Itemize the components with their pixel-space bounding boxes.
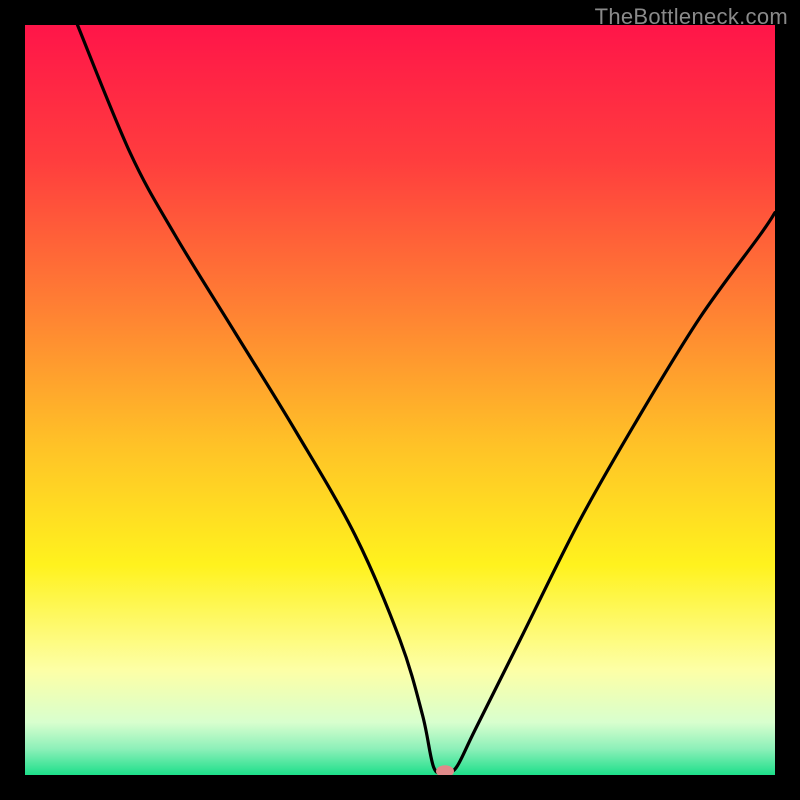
plot-area bbox=[25, 25, 775, 775]
gradient-background bbox=[25, 25, 775, 775]
chart-frame: TheBottleneck.com bbox=[0, 0, 800, 800]
bottleneck-chart bbox=[25, 25, 775, 775]
watermark-text: TheBottleneck.com bbox=[595, 4, 788, 30]
